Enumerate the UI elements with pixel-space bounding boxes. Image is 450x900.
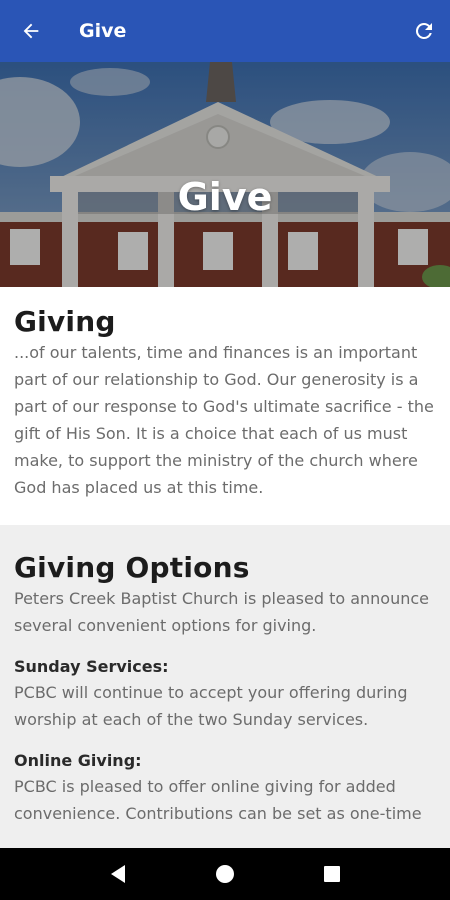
nav-home-button[interactable] — [205, 854, 245, 894]
sunday-services-body: PCBC will continue to accept your offeri… — [14, 683, 408, 729]
hero-banner: Give — [0, 62, 450, 287]
square-recents-icon — [324, 866, 341, 882]
app-bar: Give — [0, 0, 450, 62]
refresh-button[interactable] — [398, 0, 450, 62]
circle-home-icon — [215, 865, 234, 883]
arrow-left-icon — [23, 23, 39, 39]
refresh-icon — [415, 22, 432, 39]
giving-heading: Giving — [14, 305, 116, 338]
back-button[interactable] — [0, 0, 62, 62]
giving-options-intro: Peters Creek Baptist Church is pleased t… — [14, 589, 430, 635]
online-giving-body: PCBC is pleased to offer online giving f… — [14, 777, 422, 823]
app-bar-title: Give — [79, 20, 127, 42]
giving-body: ...of our talents, time and finances is … — [14, 343, 434, 497]
system-nav-bar — [0, 848, 450, 900]
sunday-services-heading: Sunday Services: — [14, 657, 169, 676]
nav-back-button[interactable] — [98, 854, 138, 894]
giving-section: Giving ...of our talents, time and finan… — [0, 287, 450, 525]
triangle-back-icon — [110, 865, 125, 883]
nav-recents-button[interactable] — [312, 854, 352, 894]
giving-options-section: Giving Options Peters Creek Baptist Chur… — [0, 525, 450, 848]
hero-title: Give — [177, 175, 273, 219]
giving-options-heading: Giving Options — [14, 551, 250, 584]
online-giving-heading: Online Giving: — [14, 751, 142, 770]
